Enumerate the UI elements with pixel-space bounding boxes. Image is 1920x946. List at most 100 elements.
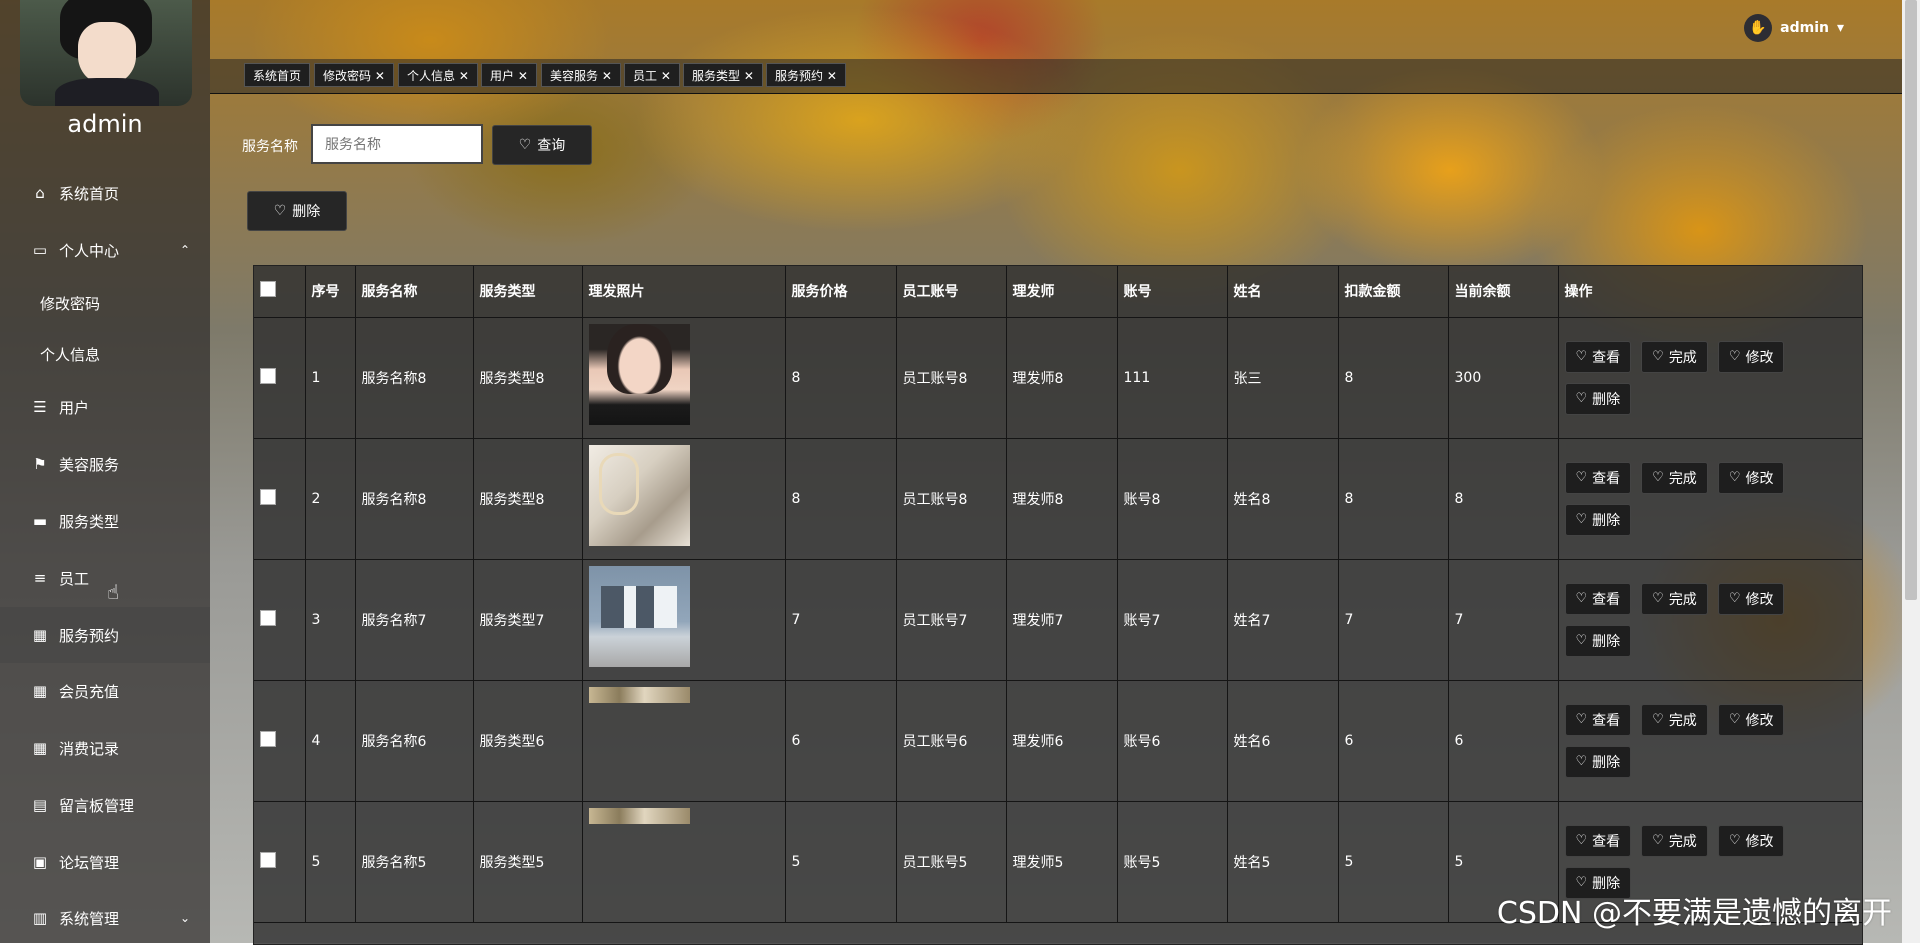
sidebar-item-consumption-records[interactable]: ▦ 消费记录 <box>0 720 210 776</box>
cell-balance: 8 <box>1448 438 1559 560</box>
cell-service-name: 服务名称7 <box>355 559 474 681</box>
column-header: 员工账号 <box>896 266 1007 318</box>
edit-button[interactable]: ♡ 修改 <box>1717 824 1785 857</box>
cell-barber: 理发师8 <box>1006 317 1118 439</box>
close-icon[interactable]: ✕ <box>459 69 469 83</box>
sidebar-item-personal-info[interactable]: 个人信息 <box>0 326 210 382</box>
search-input[interactable] <box>311 124 483 164</box>
tab-personal-info[interactable]: 个人信息 ✕ <box>398 63 478 87</box>
cell-staff-account: 员工账号8 <box>896 438 1007 560</box>
user-menu[interactable]: ✋ admin ▾ <box>1744 14 1844 42</box>
view-button[interactable]: ♡ 查看 <box>1564 340 1632 373</box>
delete-button[interactable]: ♡ 删除 <box>1564 624 1632 657</box>
close-icon[interactable]: ✕ <box>827 69 837 83</box>
cell-service-name: 服务名称6 <box>355 680 474 802</box>
edit-button[interactable]: ♡ 修改 <box>1717 703 1785 736</box>
view-button[interactable]: ♡ 查看 <box>1564 824 1632 857</box>
cell-name: 姓名5 <box>1227 801 1339 923</box>
grid-icon: ▦ <box>32 739 48 757</box>
complete-button[interactable]: ♡ 完成 <box>1641 703 1708 736</box>
row-checkbox[interactable] <box>260 730 276 747</box>
tab-service-type[interactable]: 服务类型 ✕ <box>683 63 763 87</box>
row-select-cell <box>254 801 306 923</box>
delete-button[interactable]: ♡ 删除 <box>1564 503 1632 536</box>
cell-balance: 7 <box>1448 559 1559 681</box>
tab-user[interactable]: 用户 ✕ <box>481 63 537 87</box>
cell-name: 张三 <box>1227 317 1339 439</box>
edit-button[interactable]: ♡ 修改 <box>1717 582 1785 615</box>
sidebar-item-label: 员工 <box>59 569 90 588</box>
salon-photo <box>588 686 690 703</box>
cell-photo <box>582 680 786 802</box>
cell-no: 2 <box>305 438 356 560</box>
tab-change-password[interactable]: 修改密码 ✕ <box>314 63 394 87</box>
close-icon[interactable]: ✕ <box>744 69 754 83</box>
sidebar-item-staff[interactable]: ≡ 员工 <box>0 550 210 606</box>
search-button[interactable]: ♡ 查询 <box>492 125 592 165</box>
header-user-name: admin <box>1780 20 1829 36</box>
tab-staff[interactable]: 员工 ✕ <box>624 63 680 87</box>
caret-down-icon: ▾ <box>1836 20 1844 36</box>
cell-service-name: 服务名称8 <box>355 317 474 439</box>
cell-service-type: 服务类型5 <box>473 801 583 923</box>
row-checkbox[interactable] <box>260 609 276 626</box>
page-scrollbar[interactable] <box>1902 0 1920 943</box>
row-checkbox[interactable] <box>260 488 276 505</box>
cell-photo <box>582 317 786 439</box>
heart-icon: ♡ <box>1728 349 1741 364</box>
sidebar-item-member-recharge[interactable]: ▦ 会员充值 <box>0 663 210 719</box>
select-all-checkbox[interactable] <box>260 281 276 298</box>
complete-button[interactable]: ♡ 完成 <box>1641 582 1708 615</box>
cell-deduction: 6 <box>1338 680 1449 802</box>
sidebar-item-label: 论坛管理 <box>59 853 120 872</box>
row-checkbox[interactable] <box>260 367 276 384</box>
sidebar-item-home[interactable]: ⌂ 系统首页 <box>0 165 210 221</box>
sidebar-user-name: admin <box>67 110 143 138</box>
close-icon[interactable]: ✕ <box>661 69 671 83</box>
tab-beauty-service[interactable]: 美容服务 ✕ <box>541 63 621 87</box>
cell-staff-account: 员工账号5 <box>896 801 1007 923</box>
tab-label: 美容服务 <box>550 69 599 83</box>
edit-button[interactable]: ♡ 修改 <box>1717 340 1785 373</box>
sidebar-item-label: 个人信息 <box>40 345 101 364</box>
sidebar-item-system[interactable]: ▥ 系统管理 ⌄ <box>0 890 210 946</box>
sidebar-item-personal-center[interactable]: ▭ 个人中心 ⌃ <box>0 222 210 278</box>
cell-name: 姓名6 <box>1227 680 1339 802</box>
cell-actions: ♡ 查看 ♡ 完成 ♡ 修改 ♡ 删除 <box>1558 438 1862 560</box>
complete-button[interactable]: ♡ 完成 <box>1641 824 1708 857</box>
sidebar-item-user[interactable]: ☰ 用户 <box>0 379 210 435</box>
sidebar-item-label: 美容服务 <box>59 455 120 474</box>
clipboard-icon: ▥ <box>32 909 48 927</box>
tab-label: 个人信息 <box>407 69 456 83</box>
sidebar-item-service-booking[interactable]: ▦ 服务预约 <box>0 607 210 663</box>
row-checkbox[interactable] <box>260 851 276 868</box>
table-row: 3 服务名称7 服务类型7 7 员工账号7 理发师7 账号7 姓名7 7 7 ♡… <box>254 559 1862 681</box>
complete-button[interactable]: ♡ 完成 <box>1641 340 1708 373</box>
delete-button[interactable]: ♡ 删除 <box>1564 745 1632 778</box>
delete-button[interactable]: ♡ 删除 <box>1564 382 1632 415</box>
heart-icon: ♡ <box>1575 754 1588 769</box>
user-avatar-icon: ✋ <box>1744 14 1773 42</box>
sidebar-item-forum[interactable]: ▣ 论坛管理 <box>0 834 210 890</box>
sidebar-item-change-password[interactable]: 修改密码 <box>0 275 210 331</box>
complete-button[interactable]: ♡ 完成 <box>1641 461 1708 494</box>
haircut-photo <box>588 323 690 425</box>
scrollbar-thumb[interactable] <box>1905 0 1917 600</box>
close-icon[interactable]: ✕ <box>375 69 385 83</box>
view-button[interactable]: ♡ 查看 <box>1564 703 1632 736</box>
view-button[interactable]: ♡ 查看 <box>1564 582 1632 615</box>
view-label: 查看 <box>1592 712 1621 729</box>
tab-service-booking[interactable]: 服务预约 ✕ <box>766 63 846 87</box>
close-icon[interactable]: ✕ <box>602 69 612 83</box>
cell-account: 账号7 <box>1117 559 1228 681</box>
search-label: 服务名称 <box>242 139 298 155</box>
bulk-delete-button[interactable]: ♡ 删除 <box>247 191 347 231</box>
tab-home[interactable]: 系统首页 <box>244 63 311 87</box>
sidebar-item-message-board[interactable]: ▤ 留言板管理 <box>0 777 210 833</box>
view-button[interactable]: ♡ 查看 <box>1564 461 1632 494</box>
sidebar-item-service-type[interactable]: ▬ 服务类型 <box>0 493 210 549</box>
close-icon[interactable]: ✕ <box>518 69 528 83</box>
edit-button[interactable]: ♡ 修改 <box>1717 461 1785 494</box>
sidebar-item-beauty-service[interactable]: ⚑ 美容服务 <box>0 436 210 492</box>
delete-label: 删除 <box>1592 754 1621 771</box>
